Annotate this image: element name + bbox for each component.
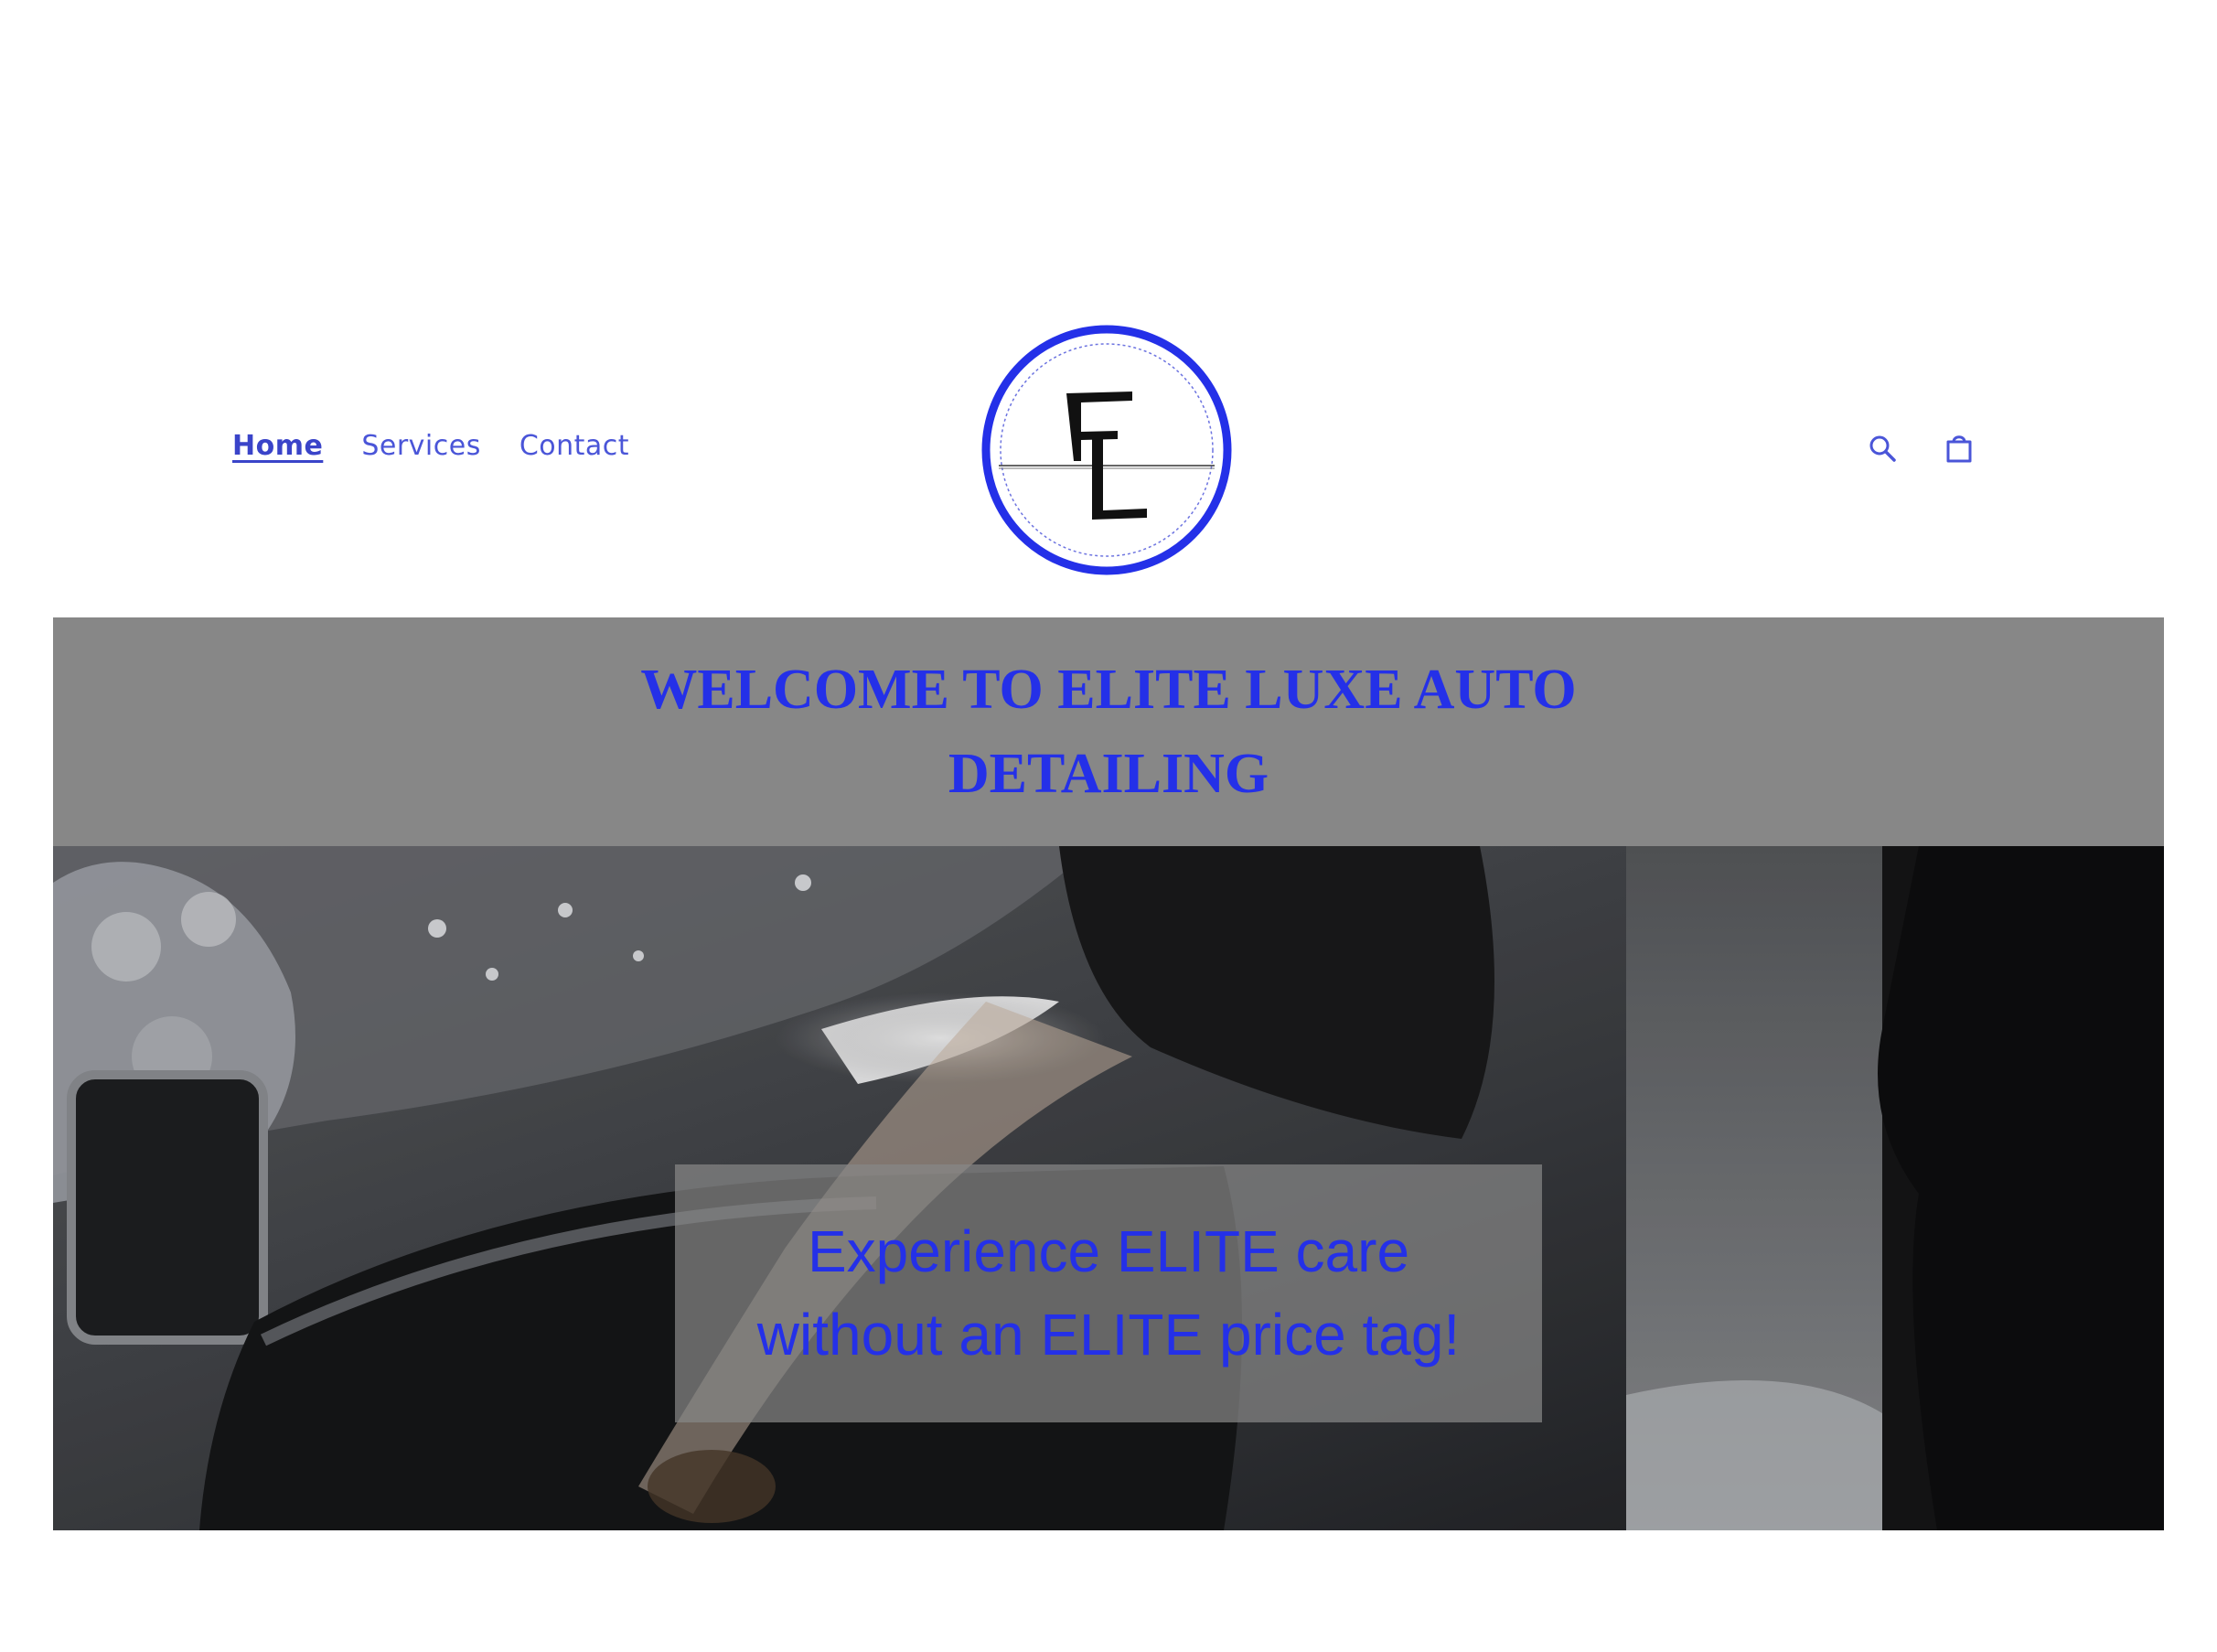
hero-banner: Experience ELITE care without an ELITE p… [53, 846, 2164, 1530]
welcome-banner: WELCOME TO ELITE LUXE AUTO DETAILING [53, 617, 2164, 846]
nav-item-services[interactable]: Services [361, 430, 481, 462]
nav-item-contact[interactable]: Contact [519, 430, 629, 462]
search-button[interactable] [1862, 428, 1902, 468]
hero-tagline-box: Experience ELITE care without an ELITE p… [675, 1164, 1542, 1422]
header-icons [1862, 428, 1979, 468]
hero-tagline: Experience ELITE care without an ELITE p… [756, 1218, 1461, 1368]
welcome-heading: WELCOME TO ELITE LUXE AUTO DETAILING [640, 659, 1577, 805]
main-nav: Home Services Contact [232, 430, 629, 462]
site-logo[interactable] [979, 322, 1235, 578]
cart-icon [1946, 435, 1972, 463]
search-icon [1869, 435, 1896, 462]
site-header: Home Services Contact [0, 0, 2217, 617]
nav-item-home[interactable]: Home [232, 430, 323, 462]
cart-button[interactable] [1939, 428, 1979, 468]
logo-emblem [981, 325, 1232, 575]
